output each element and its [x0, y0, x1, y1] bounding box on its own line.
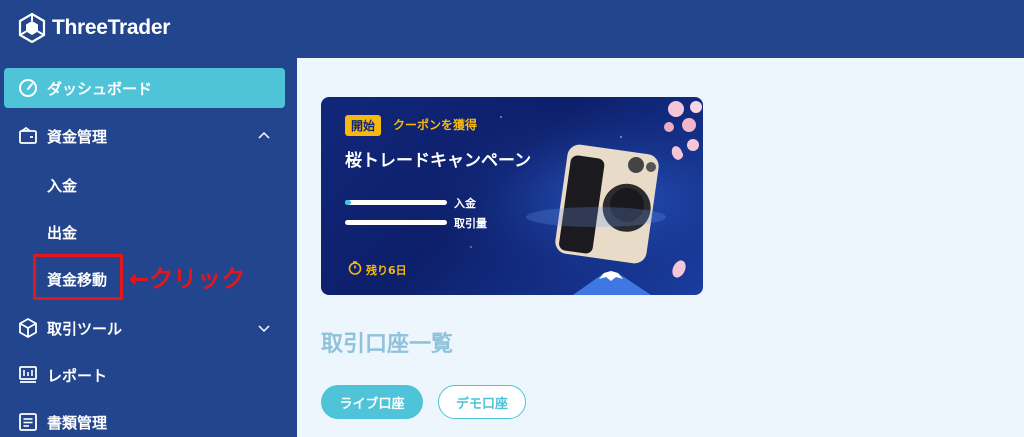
coupon-link[interactable]: クーポンを獲得 [393, 116, 477, 133]
top-header: ThreeTrader [0, 0, 1024, 58]
sidebar-item-report[interactable]: レポート [0, 355, 297, 395]
click-annotation: ←クリック [129, 265, 246, 293]
sidebar: ダッシュボード 資金管理 入金 出金 資金移動 取引ツール レポート 書類管理 [0, 58, 297, 437]
campaign-title: 桜トレードキャンペーン [345, 151, 532, 171]
volume-progress-bar [345, 220, 447, 225]
sidebar-item-funds[interactable]: 資金管理 [0, 116, 297, 156]
report-icon [19, 366, 37, 383]
clock-icon [348, 261, 362, 275]
transfer-highlight-box [33, 254, 123, 300]
tab-demo-account[interactable]: デモ口座 [438, 385, 526, 419]
wallet-icon [19, 126, 37, 144]
chevron-down-icon [258, 325, 270, 333]
sidebar-item-label: ダッシュボード [47, 79, 153, 98]
campaign-banner[interactable]: 開始 クーポンを獲得 桜トレードキャンペーン 入金 取引量 残り6日 [321, 97, 703, 295]
sidebar-item-label: 資金管理 [47, 127, 108, 146]
document-icon [19, 413, 37, 431]
sidebar-subitem-withdraw[interactable]: 出金 [47, 222, 77, 243]
sidebar-item-label: レポート [47, 366, 108, 385]
chevron-up-icon [258, 131, 270, 139]
sidebar-item-label: 書類管理 [47, 413, 108, 432]
brand-logo[interactable]: ThreeTrader [18, 13, 170, 43]
deposit-progress-bar [345, 200, 447, 205]
sidebar-item-tools[interactable]: 取引ツール [0, 308, 297, 348]
dashboard-icon [19, 79, 37, 97]
deposit-progress-label: 入金 [454, 197, 476, 210]
campaign-status-badge: 開始 [345, 115, 382, 136]
sidebar-item-label: 取引ツール [47, 319, 123, 338]
sidebar-subitem-deposit[interactable]: 入金 [47, 175, 77, 196]
logo-icon [18, 13, 46, 43]
cube-icon [19, 317, 37, 339]
sidebar-item-dashboard[interactable]: ダッシュボード [4, 68, 285, 108]
brand-name: ThreeTrader [52, 16, 171, 39]
account-list-title: 取引口座一覧 [321, 332, 454, 357]
volume-progress-label: 取引量 [454, 217, 487, 230]
deposit-progress-fill [345, 200, 352, 205]
sidebar-item-documents[interactable]: 書類管理 [0, 402, 297, 437]
campaign-remaining-days: 残り6日 [366, 264, 407, 277]
tab-live-account[interactable]: ライブ口座 [321, 385, 423, 419]
